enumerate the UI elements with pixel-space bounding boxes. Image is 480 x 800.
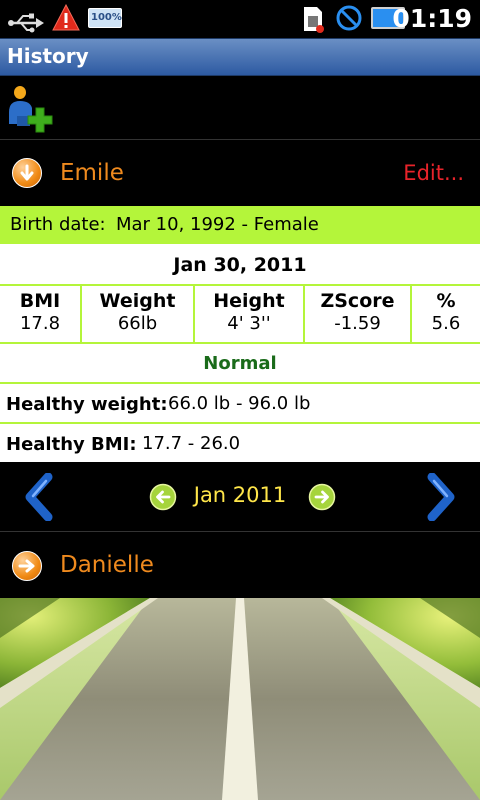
status-clock: 01:19: [392, 4, 472, 33]
stat-header: ZScore: [320, 290, 395, 312]
stat-header: Weight: [99, 290, 176, 312]
expand-arrow-icon[interactable]: [12, 551, 42, 581]
stat-value: 5.6: [431, 313, 461, 334]
battery-badge-text: 100%: [91, 12, 122, 23]
healthy-weight-row: Healthy weight: 66.0 lb - 96.0 lb: [0, 384, 480, 424]
stat-value: 66lb: [117, 313, 158, 334]
profile-row-danielle[interactable]: Danielle: [0, 532, 480, 598]
birth-date-label: Birth date:: [10, 214, 106, 235]
weight-status: Normal: [203, 353, 277, 374]
road-background-image: [0, 598, 480, 800]
sim-icon: [304, 7, 324, 33]
next-chevron-icon[interactable]: [424, 473, 458, 521]
healthy-bmi-label: Healthy BMI:: [6, 434, 137, 455]
healthy-bmi-row: Healthy BMI: 17.7 - 26.0: [0, 424, 480, 462]
birth-date-row: Birth date: Mar 10, 1992 - Female: [0, 206, 480, 244]
healthy-weight-label: Healthy weight:: [6, 394, 168, 415]
stats-table: BMI 17.8 Weight 66lb Height 4' 3'' ZScor…: [0, 286, 480, 344]
warning-icon: [52, 4, 80, 31]
month-navigation: Jan 2011: [0, 462, 480, 532]
stat-zscore: ZScore -1.59: [305, 286, 412, 342]
stat-height: Height 4' 3'': [195, 286, 305, 342]
stat-bmi: BMI 17.8: [0, 286, 82, 342]
app-title-bar: History: [0, 38, 480, 76]
profile-row-emile[interactable]: Emile Edit...: [0, 140, 480, 206]
no-signal-icon: [336, 5, 362, 31]
stat-value: 4' 3'': [227, 313, 271, 334]
stat-header: %: [436, 290, 456, 312]
edit-link[interactable]: Edit...: [403, 161, 464, 185]
app-title: History: [7, 44, 89, 68]
profile-name: Danielle: [60, 552, 154, 578]
usb-icon: [8, 13, 44, 33]
stat-value: 17.8: [19, 313, 61, 334]
next-month-icon[interactable]: [308, 483, 336, 511]
entry-date: Jan 30, 2011: [173, 254, 307, 276]
collapse-arrow-icon[interactable]: [12, 158, 42, 188]
entry-date-row: Jan 30, 2011: [0, 244, 480, 286]
add-user-icon[interactable]: [6, 84, 58, 136]
stat-weight: Weight 66lb: [82, 286, 195, 342]
stat-header: BMI: [19, 290, 61, 312]
status-bar: 100% 01:19: [0, 0, 480, 38]
current-month: Jan 2011: [193, 483, 287, 507]
stat-header: Height: [213, 290, 285, 312]
stat-percentile: % 5.6: [412, 286, 480, 342]
stat-value: -1.59: [334, 313, 381, 334]
healthy-bmi-value: 17.7 - 26.0: [142, 433, 241, 454]
birth-date-value: Mar 10, 1992 - Female: [116, 214, 319, 235]
profile-name: Emile: [60, 160, 124, 186]
battery-badge-icon: 100%: [88, 8, 122, 28]
healthy-weight-value: 66.0 lb - 96.0 lb: [168, 393, 311, 414]
weight-status-row: Normal: [0, 344, 480, 384]
toolbar: [0, 76, 480, 140]
